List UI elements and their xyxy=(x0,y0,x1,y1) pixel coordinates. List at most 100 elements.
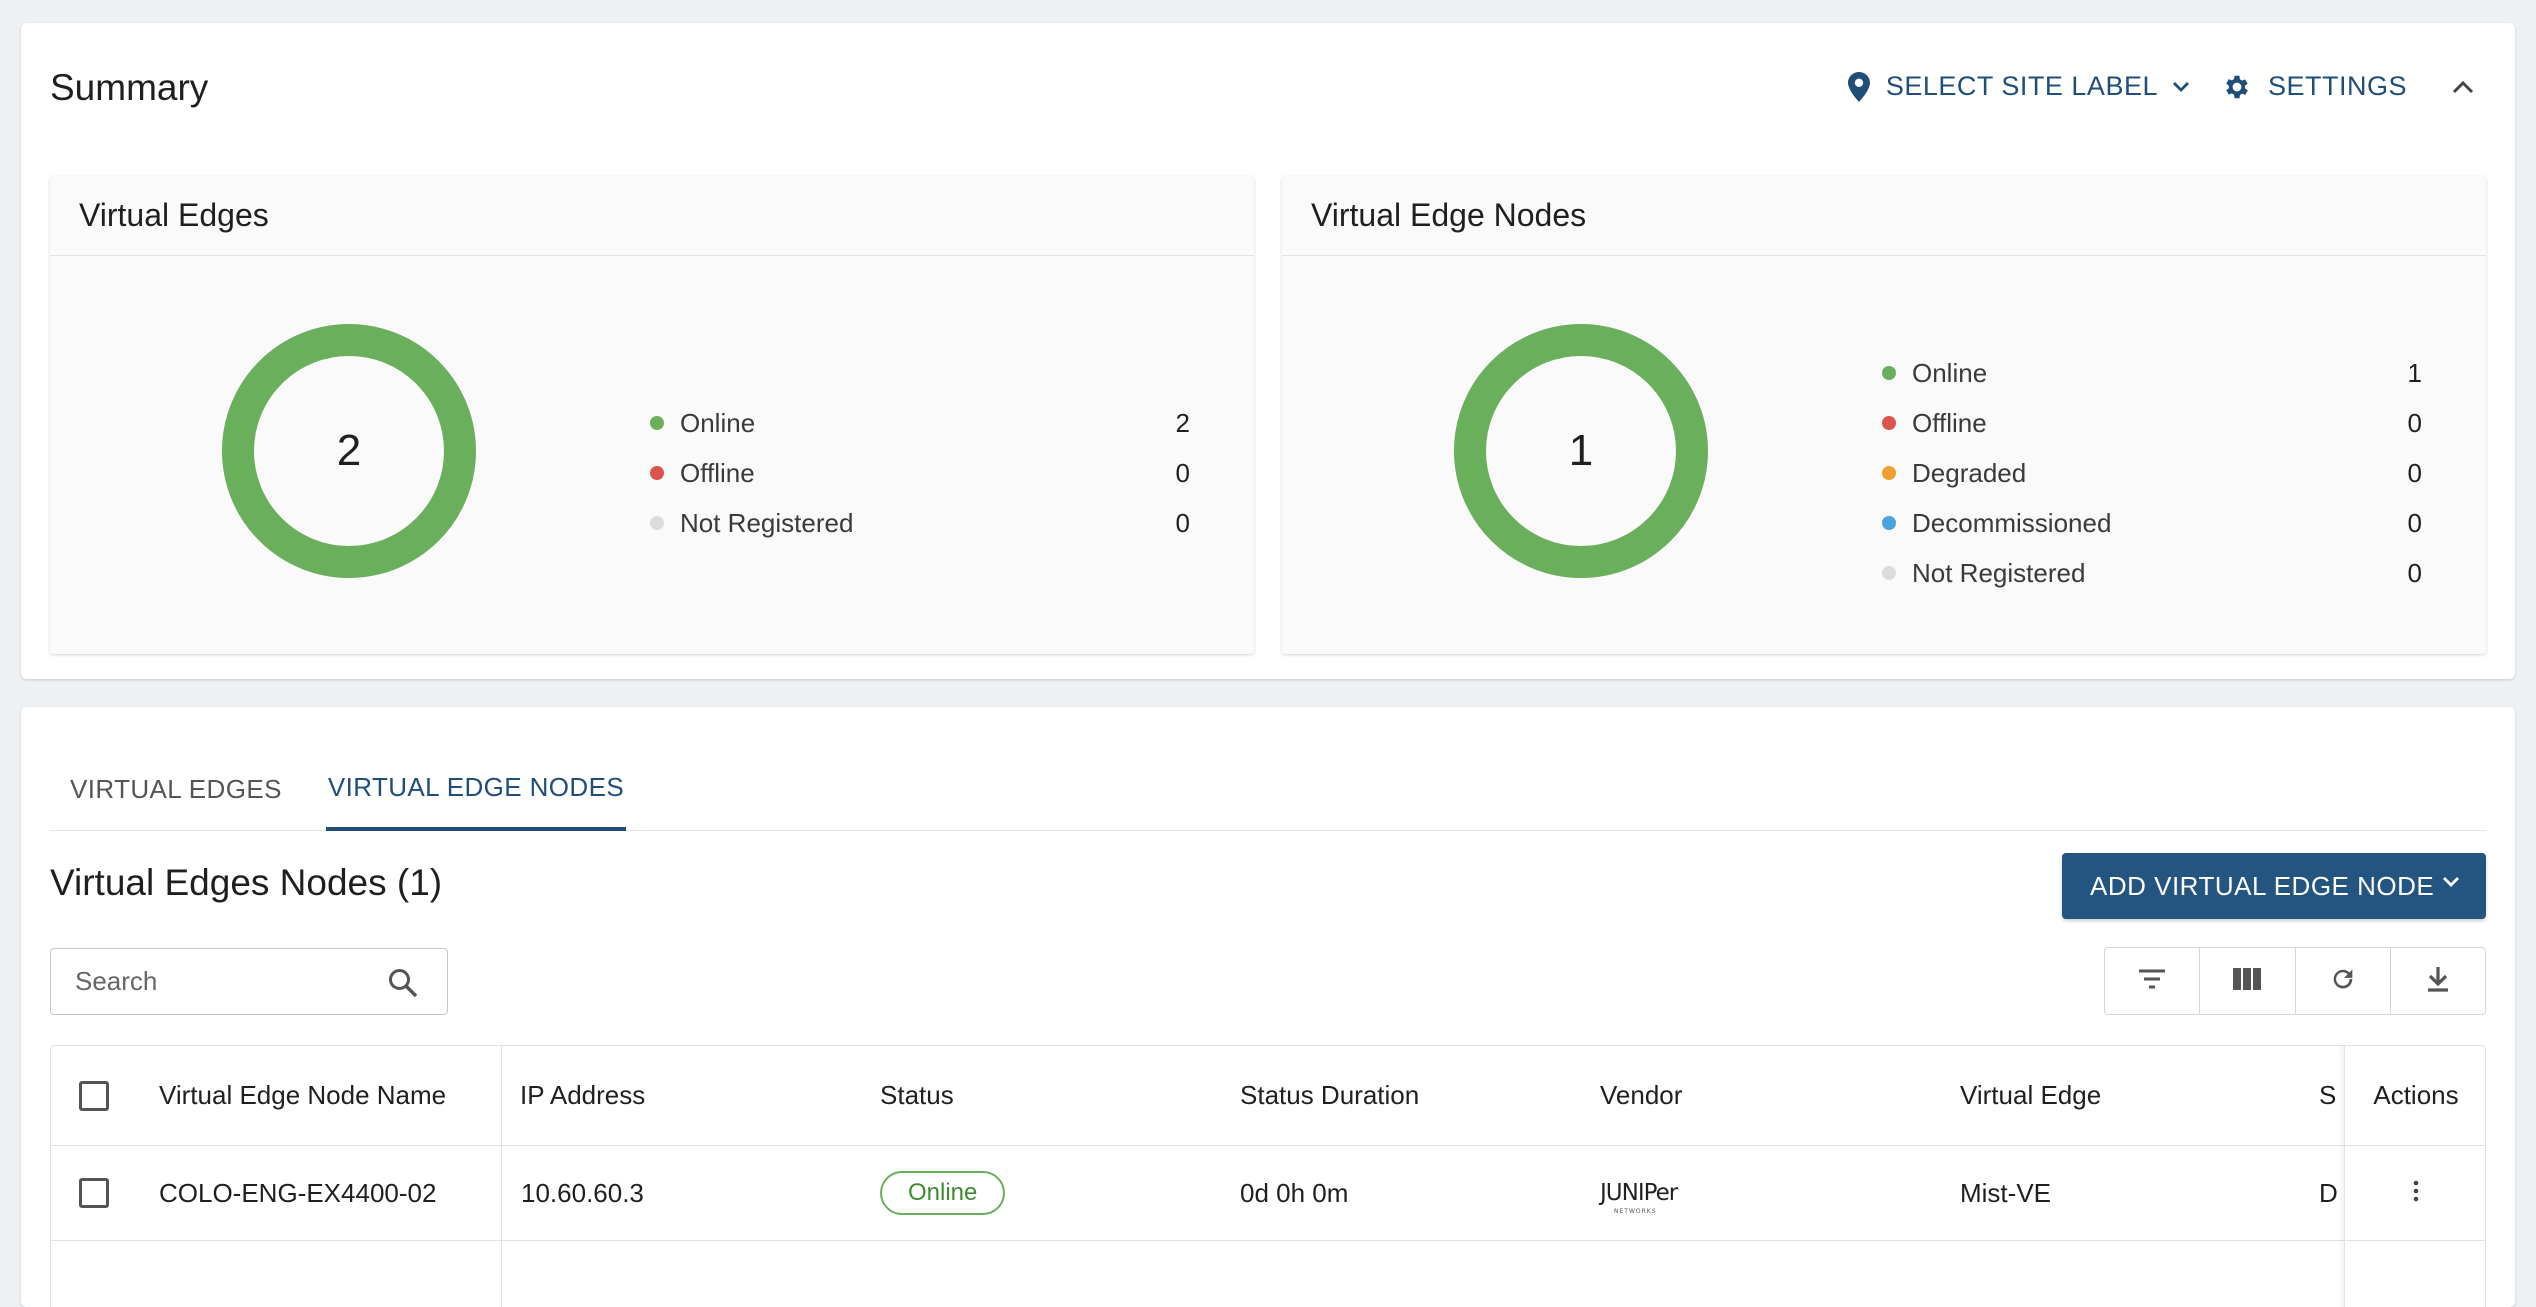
legend-label: Online xyxy=(1912,357,1988,388)
status-dot-icon xyxy=(1882,366,1896,380)
legend-item-online: Online 2 xyxy=(650,398,1190,448)
virtual-edge-nodes-panel-title: Virtual Edge Nodes xyxy=(1282,176,2486,256)
more-vertical-icon[interactable] xyxy=(2412,1180,2420,1207)
legend-item-not-registered: Not Registered 0 xyxy=(650,498,1190,548)
download-button[interactable] xyxy=(2391,948,2485,1014)
summary-title: Summary xyxy=(50,67,209,108)
legend-value: 0 xyxy=(2407,507,2422,538)
tab-virtual-edges[interactable]: VIRTUAL EDGES xyxy=(70,747,282,831)
list-card: VIRTUAL EDGES VIRTUAL EDGE NODES Virtual… xyxy=(21,707,2515,1307)
cell-name: COLO-ENG-EX4400-02 xyxy=(159,1177,437,1208)
legend-label: Degraded xyxy=(1912,457,2027,488)
legend-value: 2 xyxy=(1175,407,1190,438)
gear-icon xyxy=(2222,72,2252,102)
columns-button[interactable] xyxy=(2200,948,2296,1014)
chevron-up-icon xyxy=(2451,79,2475,95)
cell-truncated: D xyxy=(2319,1177,2338,1208)
header-status-duration[interactable]: Status Duration xyxy=(1240,1046,1419,1145)
download-icon xyxy=(2426,965,2450,998)
add-virtual-edge-node-button[interactable]: ADD VIRTUAL EDGE NODE xyxy=(2062,853,2486,919)
legend-item-offline: Offline 0 xyxy=(1882,398,2422,448)
header-name[interactable]: Virtual Edge Node Name xyxy=(159,1046,446,1145)
juniper-logo: JUNIPer NETWORKS xyxy=(1600,1180,1678,1215)
select-all-checkbox[interactable] xyxy=(79,1080,109,1111)
status-dot-icon xyxy=(1882,466,1896,480)
virtual-edge-nodes-legend: Online 1 Offline 0 Degraded 0 Decommissioned 0 N… xyxy=(1882,348,2422,598)
status-dot-icon xyxy=(1882,416,1896,430)
legend-label: Decommissioned xyxy=(1912,507,2112,538)
filter-button[interactable] xyxy=(2105,948,2201,1014)
legend-label: Online xyxy=(680,407,756,438)
list-title: Virtual Edges Nodes (1) xyxy=(50,862,443,903)
row-select-cell xyxy=(79,1146,109,1240)
summary-actions: SELECT SITE LABEL SETTINGS xyxy=(1847,71,2475,102)
filter-icon xyxy=(2138,969,2166,994)
virtual-edge-nodes-total: 1 xyxy=(1568,426,1594,475)
header-ip[interactable]: IP Address xyxy=(520,1046,645,1145)
search-input[interactable] xyxy=(51,949,371,1014)
virtual-edges-total: 2 xyxy=(336,426,362,475)
legend-item-offline: Offline 0 xyxy=(650,448,1190,498)
status-dot-icon xyxy=(650,416,664,430)
header-status[interactable]: Status xyxy=(880,1046,954,1145)
header-actions: Actions xyxy=(2345,1046,2485,1146)
legend-value: 0 xyxy=(2407,407,2422,438)
row-checkbox[interactable] xyxy=(79,1178,109,1208)
status-dot-icon xyxy=(1882,566,1896,580)
virtual-edges-panel-title: Virtual Edges xyxy=(50,176,1254,256)
cell-ip: 10.60.60.3 xyxy=(521,1177,644,1208)
tab-virtual-edge-nodes[interactable]: VIRTUAL EDGE NODES xyxy=(326,747,626,831)
legend-value: 0 xyxy=(2407,557,2422,588)
refresh-icon xyxy=(2329,965,2357,998)
columns-icon xyxy=(2233,967,2262,995)
table-header-row: Virtual Edge Node Name IP Address Status… xyxy=(51,1046,2485,1146)
legend-value: 0 xyxy=(1175,507,1190,538)
status-badge: Online xyxy=(880,1171,1006,1215)
settings-text: SETTINGS xyxy=(2267,71,2407,101)
legend-item-not-registered: Not Registered 0 xyxy=(1882,548,2422,598)
virtual-edges-donut-chart: 2 xyxy=(221,323,477,579)
virtual-edges-panel: Virtual Edges 2 Online 2 Offline 0 Not Regis… xyxy=(50,176,1254,654)
search-box xyxy=(50,948,448,1015)
legend-label: Not Registered xyxy=(1912,557,2086,588)
legend-value: 0 xyxy=(2407,457,2422,488)
refresh-button[interactable] xyxy=(2296,948,2391,1014)
status-dot-icon xyxy=(650,516,664,530)
header-virtual-edge[interactable]: Virtual Edge xyxy=(1960,1046,2101,1145)
select-site-label-text: SELECT SITE LABEL xyxy=(1885,71,2158,101)
legend-value: 0 xyxy=(1175,457,1190,488)
status-dot-icon xyxy=(650,466,664,480)
settings-button[interactable]: SETTINGS xyxy=(2222,71,2407,102)
legend-label: Offline xyxy=(680,457,755,488)
tab-bar: VIRTUAL EDGES VIRTUAL EDGE NODES xyxy=(50,747,2486,831)
cell-status: Online xyxy=(880,1146,1006,1240)
legend-item-decommissioned: Decommissioned 0 xyxy=(1882,498,2422,548)
virtual-edge-nodes-panel: Virtual Edge Nodes 1 Online 1 Offline 0 Degr… xyxy=(1282,176,2486,654)
legend-item-online: Online 1 xyxy=(1882,348,2422,398)
actions-column: Actions xyxy=(2344,1046,2485,1307)
header-truncated[interactable]: S xyxy=(2319,1046,2336,1145)
cell-vendor: JUNIPer NETWORKS xyxy=(1600,1146,1678,1240)
table-row[interactable]: COLO-ENG-EX4400-02 10.60.60.3 Online 0d … xyxy=(51,1146,2485,1241)
header-vendor[interactable]: Vendor xyxy=(1600,1046,1682,1145)
chevron-down-icon xyxy=(2172,81,2190,93)
status-dot-icon xyxy=(1882,516,1896,530)
select-site-label-button[interactable]: SELECT SITE LABEL xyxy=(1847,71,2190,102)
legend-value: 1 xyxy=(2407,357,2422,388)
legend-label: Not Registered xyxy=(680,507,854,538)
row-actions-cell xyxy=(2345,1146,2485,1241)
cell-virtual-edge: Mist-VE xyxy=(1960,1177,2051,1208)
summary-card: Summary SELECT SITE LABEL SETTINGS Virtu… xyxy=(21,23,2515,679)
search-icon[interactable] xyxy=(387,967,419,1004)
legend-label: Offline xyxy=(1912,407,1987,438)
virtual-edge-nodes-donut-chart: 1 xyxy=(1453,323,1709,579)
table-toolbar xyxy=(2104,947,2486,1015)
collapse-button[interactable] xyxy=(2451,79,2475,95)
cell-duration: 0d 0h 0m xyxy=(1240,1177,1349,1208)
select-all-cell xyxy=(79,1046,109,1145)
virtual-edges-legend: Online 2 Offline 0 Not Registered 0 xyxy=(650,398,1190,548)
legend-item-degraded: Degraded 0 xyxy=(1882,448,2422,498)
nodes-table: Virtual Edge Node Name IP Address Status… xyxy=(50,1045,2486,1307)
location-pin-icon xyxy=(1847,71,1870,102)
add-virtual-edge-node-label: ADD VIRTUAL EDGE NODE xyxy=(2090,870,2435,901)
